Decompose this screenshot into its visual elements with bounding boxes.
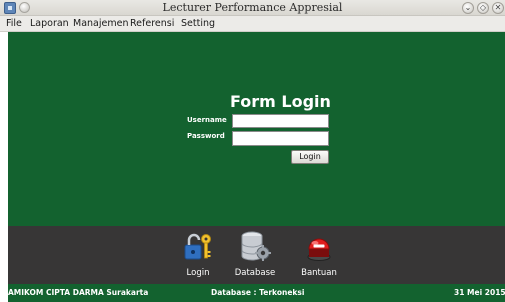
menu-laporan[interactable]: Laporan [30,17,69,31]
menu-referensi[interactable]: Referensi [130,17,174,31]
menu-file[interactable]: File [6,17,22,31]
toolbar-database-button[interactable]: Database [230,226,280,284]
toolbar-login-label: Login [186,268,210,278]
status-institution: AMIKOM CIPTA DARMA Surakarta [8,288,149,297]
database-gear-icon [241,231,271,261]
status-bar: AMIKOM CIPTA DARMA Surakarta Database : … [8,284,505,302]
password-label: Password [187,132,225,140]
status-database: Database : Terkoneksi [211,288,305,297]
toolbar-bantuan-button[interactable]: Bantuan [296,226,342,284]
close-button[interactable]: ✕ [492,2,504,14]
maximize-button[interactable]: ◇ [477,2,489,14]
menu-setting[interactable]: Setting [181,17,215,31]
menu-bar: File Laporan Manajemen Referensi Setting [0,16,505,32]
password-field[interactable] [232,131,329,146]
toolbar-database-label: Database [234,268,276,278]
padlock-key-icon [184,233,211,260]
login-button[interactable]: Login [291,150,329,164]
form-title: Form Login [230,92,331,111]
minimize-button[interactable]: ⌄ [462,2,474,14]
menu-manajemen[interactable]: Manajemen [73,17,128,31]
username-field[interactable] [232,114,329,128]
username-label: Username [187,116,227,124]
login-panel [8,32,505,226]
help-alarm-button-icon [307,238,331,261]
toolbar-bantuan-label: Bantuan [301,268,337,278]
window-titlebar: Lecturer Performance Appresial ⌄ ◇ ✕ [0,0,505,16]
toolbar-login-button[interactable]: Login [180,226,216,284]
status-date: 31 Mei 2015 [454,288,505,297]
window-title: Lecturer Performance Appresial [162,1,343,14]
bottom-toolbar: Login Database Bantuan [8,226,505,284]
